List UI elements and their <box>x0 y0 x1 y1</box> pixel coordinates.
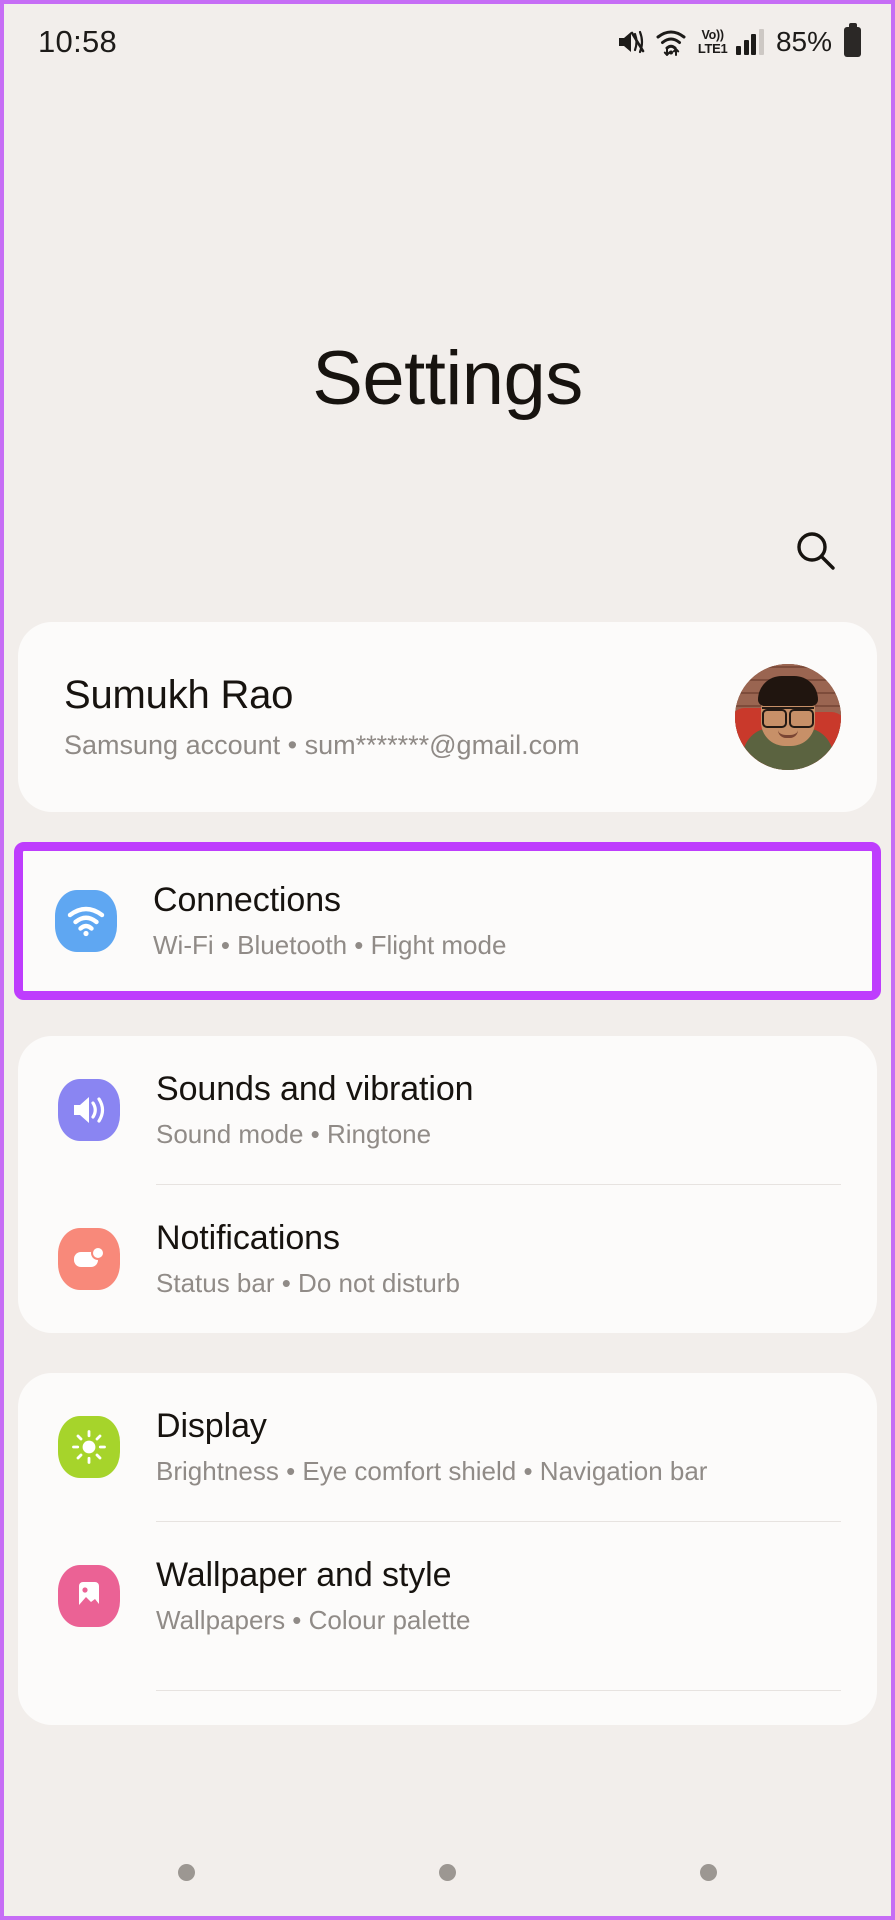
row-text: Connections Wi-Fi • Bluetooth • Flight m… <box>153 881 836 961</box>
sidebar-item-connections[interactable]: Connections Wi-Fi • Bluetooth • Flight m… <box>23 851 872 991</box>
search-icon <box>793 528 839 574</box>
account-text: Sumukh Rao Samsung account • sum*******@… <box>64 673 735 761</box>
recents-button[interactable] <box>178 1863 195 1881</box>
image-icon <box>58 1565 120 1627</box>
sidebar-item-wallpaper-and-style[interactable]: Wallpaper and style Wallpapers • Colour … <box>18 1522 877 1670</box>
row-title: Notifications <box>156 1219 340 1257</box>
volte-icon: Vo)) LTE1 <box>698 29 728 56</box>
search-button[interactable] <box>787 522 845 580</box>
status-icons: Vo)) LTE1 85% <box>616 26 861 58</box>
volte-top-label: Vo)) <box>701 27 724 42</box>
connections-card-highlight: Connections Wi-Fi • Bluetooth • Flight m… <box>14 842 881 1000</box>
row-text: Notifications Status bar • Do not distur… <box>156 1219 841 1299</box>
status-bar: 10:58 Vo)) LTE1 85% <box>4 4 891 80</box>
account-name: Sumukh Rao <box>64 673 294 717</box>
display-wallpaper-card: Display Brightness • Eye comfort shield … <box>18 1373 877 1725</box>
home-button[interactable] <box>439 1863 456 1881</box>
volte-bottom-label: LTE1 <box>697 41 728 57</box>
sidebar-item-notifications[interactable]: Notifications Status bar • Do not distur… <box>18 1185 877 1333</box>
signal-icon <box>736 29 764 55</box>
row-subtitle: Brightness • Eye comfort shield • Naviga… <box>156 1456 708 1486</box>
row-title: Wallpaper and style <box>156 1556 452 1594</box>
row-subtitle: Status bar • Do not disturb <box>156 1268 460 1298</box>
page-title: Settings <box>312 336 583 421</box>
account-subtitle: Samsung account • sum*******@gmail.com <box>64 730 580 760</box>
row-subtitle: Sound mode • Ringtone <box>156 1119 432 1149</box>
battery-icon <box>844 27 861 57</box>
phone-screen: 10:58 Vo)) LTE1 85% Settings Sumukh Rao … <box>0 0 895 1920</box>
sidebar-item-sounds-and-vibration[interactable]: Sounds and vibration Sound mode • Ringto… <box>18 1036 877 1184</box>
row-title: Connections <box>153 881 341 919</box>
row-text: Sounds and vibration Sound mode • Ringto… <box>156 1070 841 1150</box>
row-title: Sounds and vibration <box>156 1070 474 1108</box>
row-subtitle: Wallpapers • Colour palette <box>156 1605 471 1635</box>
row-text: Wallpaper and style Wallpapers • Colour … <box>156 1556 841 1636</box>
notification-icon <box>58 1228 120 1290</box>
mute-icon <box>616 28 646 56</box>
row-text: Display Brightness • Eye comfort shield … <box>156 1407 841 1487</box>
wifi-icon <box>55 890 117 952</box>
speaker-icon <box>58 1079 120 1141</box>
status-clock: 10:58 <box>38 24 118 59</box>
account-card: Sumukh Rao Samsung account • sum*******@… <box>18 622 877 812</box>
search-row <box>4 522 891 582</box>
brightness-icon <box>58 1416 120 1478</box>
battery-percent-label: 85% <box>775 26 832 57</box>
samsung-account-row[interactable]: Sumukh Rao Samsung account • sum*******@… <box>18 622 877 812</box>
wifi-icon <box>655 27 689 57</box>
avatar[interactable] <box>735 664 841 770</box>
sidebar-item-display[interactable]: Display Brightness • Eye comfort shield … <box>18 1373 877 1521</box>
sound-notifications-card: Sounds and vibration Sound mode • Ringto… <box>18 1036 877 1333</box>
navigation-bar <box>4 1828 891 1916</box>
back-button[interactable] <box>700 1863 717 1881</box>
row-subtitle: Wi-Fi • Bluetooth • Flight mode <box>153 930 507 960</box>
row-title: Display <box>156 1407 267 1445</box>
